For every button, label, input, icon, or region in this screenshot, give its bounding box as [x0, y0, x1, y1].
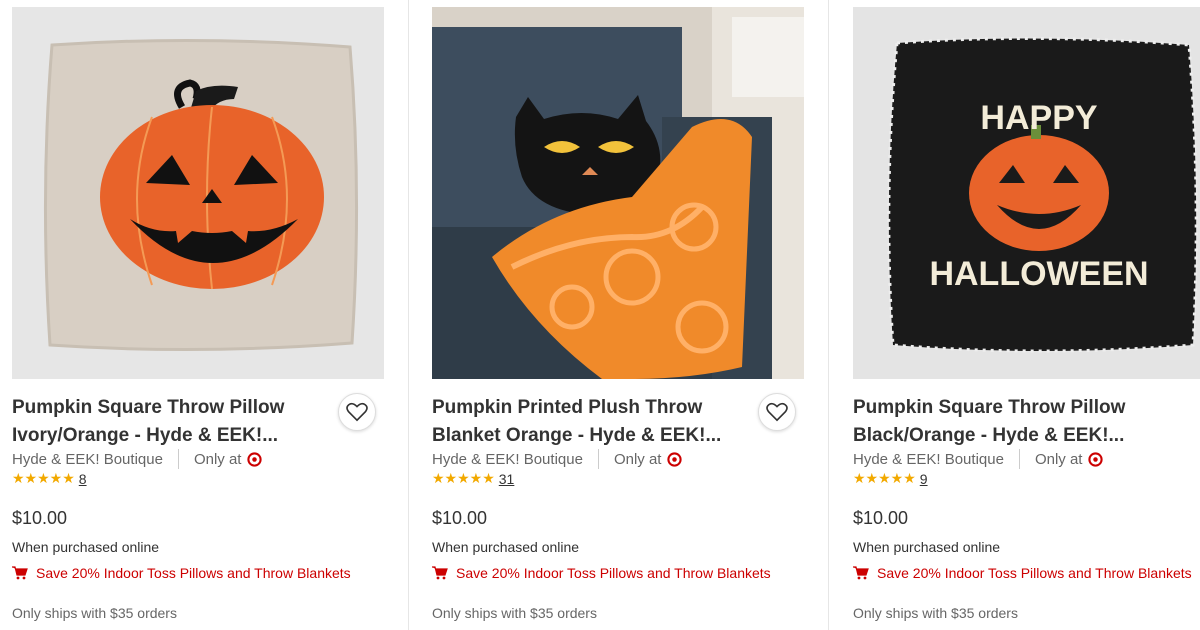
meta-divider — [177, 449, 179, 469]
product-title[interactable]: Pumpkin Square Throw Pillow Black/Orange… — [853, 394, 1173, 450]
shipping-note: Only ships with $35 orders — [853, 605, 1018, 621]
heart-icon — [766, 402, 788, 422]
target-logo-icon — [247, 451, 263, 467]
meta-divider — [597, 449, 599, 469]
product-image[interactable] — [12, 7, 384, 379]
shipping-note: Only ships with $35 orders — [12, 605, 177, 621]
product-card: Pumpkin Square Throw Pillow Ivory/Orange… — [0, 0, 408, 630]
product-image[interactable] — [432, 7, 804, 379]
promo-text[interactable]: Save 20% Indoor Toss Pillows and Throw B… — [877, 565, 1192, 581]
product-grid: Pumpkin Square Throw Pillow Ivory/Orange… — [0, 0, 1200, 630]
target-logo-icon — [667, 451, 683, 467]
star-rating-icon: ★★★★★ — [12, 470, 75, 486]
brand-link[interactable]: Hyde & EEK! Boutique — [853, 451, 1004, 468]
purchase-note: When purchased online — [12, 539, 160, 555]
brand-link[interactable]: Hyde & EEK! Boutique — [12, 451, 163, 468]
product-card: HAPPY HALLOWEEN Pumpkin Square Throw Pil… — [829, 0, 1200, 630]
pillow-text-top: HAPPY — [980, 99, 1097, 137]
review-count-link[interactable]: 8 — [79, 471, 87, 487]
product-meta: Hyde & EEK! Boutique Only at — [853, 449, 1104, 469]
product-image[interactable]: HAPPY HALLOWEEN — [853, 7, 1200, 379]
product-title[interactable]: Pumpkin Square Throw Pillow Ivory/Orange… — [12, 394, 332, 450]
promo-link[interactable]: Save 20% Indoor Toss Pillows and Throw B… — [432, 565, 771, 581]
cart-icon — [432, 566, 448, 580]
pillow-text-bottom: HALLOWEEN — [929, 255, 1148, 293]
review-count-link[interactable]: 9 — [920, 471, 928, 487]
cart-icon — [853, 566, 869, 580]
price: $10.00 — [432, 508, 488, 528]
rating[interactable]: ★★★★★ 8 — [12, 470, 87, 487]
pumpkin-plush-blanket-image — [432, 7, 804, 379]
happy-halloween-pillow-image: HAPPY HALLOWEEN — [853, 7, 1200, 379]
product-title-line2[interactable]: Ivory/Orange - Hyde & EEK!... — [12, 425, 278, 446]
shipping-note: Only ships with $35 orders — [432, 605, 597, 621]
rating[interactable]: ★★★★★ 31 — [432, 470, 514, 487]
product-title-line1[interactable]: Pumpkin Printed Plush Throw — [432, 397, 702, 418]
cart-icon — [12, 566, 28, 580]
price: $10.00 — [12, 508, 68, 528]
meta-divider — [1018, 449, 1020, 469]
rating[interactable]: ★★★★★ 9 — [853, 470, 928, 487]
only-at-label: Only at — [193, 450, 242, 468]
product-title-line2[interactable]: Black/Orange - Hyde & EEK!... — [853, 425, 1124, 446]
product-card: Pumpkin Printed Plush Throw Blanket Oran… — [409, 0, 828, 630]
product-title[interactable]: Pumpkin Printed Plush Throw Blanket Oran… — [432, 394, 752, 450]
product-title-line1[interactable]: Pumpkin Square Throw Pillow — [853, 397, 1125, 418]
pumpkin-pillow-ivory-image — [12, 7, 384, 379]
product-meta: Hyde & EEK! Boutique Only at — [12, 449, 263, 469]
star-rating-icon: ★★★★★ — [432, 470, 495, 486]
purchase-note: When purchased online — [432, 539, 580, 555]
product-title-line1[interactable]: Pumpkin Square Throw Pillow — [12, 397, 284, 418]
product-title-line2[interactable]: Blanket Orange - Hyde & EEK!... — [432, 425, 721, 446]
favorite-button[interactable] — [758, 393, 796, 431]
product-meta: Hyde & EEK! Boutique Only at — [432, 449, 683, 469]
price: $10.00 — [853, 508, 909, 528]
heart-icon — [346, 402, 368, 422]
only-at-label: Only at — [613, 450, 662, 468]
purchase-note: When purchased online — [853, 539, 1001, 555]
promo-text[interactable]: Save 20% Indoor Toss Pillows and Throw B… — [36, 565, 351, 581]
only-at-label: Only at — [1034, 450, 1083, 468]
favorite-button[interactable] — [338, 393, 376, 431]
target-logo-icon — [1088, 451, 1104, 467]
promo-link[interactable]: Save 20% Indoor Toss Pillows and Throw B… — [853, 565, 1192, 581]
star-rating-icon: ★★★★★ — [853, 470, 916, 486]
brand-link[interactable]: Hyde & EEK! Boutique — [432, 451, 583, 468]
review-count-link[interactable]: 31 — [499, 471, 515, 487]
promo-text[interactable]: Save 20% Indoor Toss Pillows and Throw B… — [456, 565, 771, 581]
promo-link[interactable]: Save 20% Indoor Toss Pillows and Throw B… — [12, 565, 351, 581]
